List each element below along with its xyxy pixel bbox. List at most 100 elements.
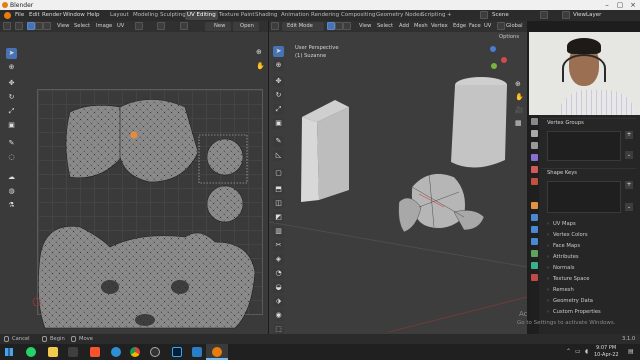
vp-edge-mode-icon[interactable] [335, 22, 343, 30]
vp-tool-transform[interactable]: ▣ [273, 118, 284, 129]
uv-menu-image[interactable]: Image [96, 23, 112, 29]
vp-menu-face[interactable]: Face [469, 23, 481, 29]
vp-menu-vertex[interactable]: Vertex [431, 23, 448, 29]
notification-icon[interactable]: ▤ [628, 348, 634, 355]
shape-key-add-icon[interactable]: + [625, 181, 633, 189]
vp-tool-cursor[interactable]: ⊕ [273, 60, 284, 71]
viewlayer-name[interactable]: ViewLayer [573, 12, 601, 18]
nav-gizmo-z[interactable] [490, 46, 496, 52]
view-layer-props-icon[interactable] [531, 154, 538, 161]
section-remesh[interactable]: Remesh [547, 287, 574, 293]
uv-tool-grab[interactable]: ◌ [6, 152, 17, 163]
scene-props-icon[interactable] [531, 166, 538, 173]
uv-tool-transform[interactable]: ▣ [6, 120, 17, 131]
section-vertex-colors[interactable]: Vertex Colors [547, 232, 588, 238]
tab-geometry-nodes[interactable]: Geometry Nodes [374, 11, 424, 20]
vertex-group-menu-icon[interactable]: ⌄ [625, 151, 633, 159]
blender-menu-icon[interactable] [4, 12, 11, 19]
vp-face-mode-icon[interactable] [343, 22, 351, 30]
physics-props-icon[interactable] [531, 238, 538, 245]
minimize-icon[interactable]: – [602, 1, 612, 9]
add-workspace-icon[interactable]: + [445, 11, 454, 20]
render-props-icon[interactable] [531, 130, 538, 137]
vp-tool-inset[interactable]: ◫ [273, 198, 284, 209]
uv-tool-pinch[interactable]: ◍ [6, 186, 17, 197]
clock-date[interactable]: 10-Apr-22 [594, 352, 619, 358]
snap-icon[interactable] [157, 22, 165, 30]
vp-tool-extrude[interactable]: ⬒ [273, 184, 284, 195]
tab-animation[interactable]: Animation [279, 11, 311, 20]
face-select-icon[interactable] [43, 22, 51, 30]
vs-code-icon[interactable] [192, 347, 202, 357]
object-props-icon[interactable] [531, 202, 538, 209]
3d-viewport[interactable]: User Perspective (1) Suzanne Options ⊕ ✋ [269, 32, 527, 334]
photoshop-icon[interactable] [172, 347, 182, 357]
menu-help[interactable]: Help [87, 12, 100, 18]
vp-tool-scale[interactable]: ⤢ [273, 104, 284, 115]
section-uv-maps[interactable]: UV Maps [547, 221, 576, 227]
obs-icon[interactable] [150, 347, 160, 357]
section-geometry-data[interactable]: Geometry Data [547, 298, 593, 304]
vp-tool-shear[interactable]: ⬚ [273, 324, 284, 334]
nav-gizmo-y[interactable] [491, 63, 497, 69]
vp-tool-spin[interactable]: ◔ [273, 268, 284, 279]
vp-tool-poly-build[interactable]: ◈ [273, 254, 284, 265]
section-attributes[interactable]: Attributes [547, 254, 579, 260]
close-icon[interactable]: × [628, 1, 638, 9]
vertex-group-add-icon[interactable]: + [625, 131, 633, 139]
data-props-icon[interactable] [531, 262, 538, 269]
vp-menu-select[interactable]: Select [377, 23, 393, 29]
network-icon[interactable]: ▭ [575, 348, 581, 355]
scene-name[interactable]: Scene [492, 12, 509, 18]
vertex-groups-title[interactable]: Vertex Groups [547, 120, 584, 126]
vp-menu-uv[interactable]: UV [484, 23, 491, 29]
vp-menu-edge[interactable]: Edge [453, 23, 466, 29]
volume-icon[interactable]: ◖ [585, 348, 588, 355]
maximize-icon[interactable]: ▢ [615, 1, 625, 9]
mode-dropdown[interactable]: Edit Mode [282, 22, 324, 31]
uv-tool-relax[interactable]: ☁ [6, 172, 17, 183]
uv-pan-icon[interactable]: ✋ [256, 62, 265, 70]
shape-key-menu-icon[interactable]: ⌄ [625, 203, 633, 211]
vp-menu-mesh[interactable]: Mesh [414, 23, 428, 29]
tab-scripting[interactable]: Scripting [419, 11, 447, 20]
pivot-icon[interactable] [135, 22, 143, 30]
viewlayer-icon[interactable] [562, 11, 570, 19]
chrome-icon[interactable] [130, 347, 140, 357]
properties-editor[interactable]: Vertex Groups + ⌄ Shape Keys + ⌄ UV Maps… [529, 32, 640, 334]
uv-menu-view[interactable]: View [57, 23, 69, 29]
orientation-label[interactable]: Global [506, 23, 523, 29]
modifier-props-icon[interactable] [531, 214, 538, 221]
uv-editor[interactable]: ➤ ⊕ ✥ ↻ ⤢ ▣ ✎ ◌ ☁ ◍ ⚗ ⊕ ✋ [0, 32, 268, 334]
tab-sculpting[interactable]: Sculpting [158, 11, 188, 20]
blender-taskbar-button[interactable] [206, 344, 228, 360]
edge-browser-icon[interactable] [111, 347, 121, 357]
vp-menu-add[interactable]: Add [399, 23, 409, 29]
tab-compositing[interactable]: Compositing [339, 11, 377, 20]
vp-tool-measure[interactable]: ◺ [273, 150, 284, 161]
vp-tool-annotate[interactable]: ✎ [273, 136, 284, 147]
viewport-editor-type-icon[interactable] [271, 22, 279, 30]
vp-menu-view[interactable]: View [359, 23, 371, 29]
camera-view-icon[interactable]: 🎥 [515, 106, 524, 114]
pan-view-icon[interactable]: ✋ [515, 93, 524, 101]
edge-select-icon[interactable] [35, 22, 43, 30]
proportional-icon[interactable] [180, 22, 188, 30]
uv-zoom-icon[interactable]: ⊕ [256, 48, 262, 56]
transform-orientation-icon[interactable] [497, 22, 505, 30]
uv-tool-move[interactable]: ✥ [6, 78, 17, 89]
vertex-select-icon[interactable] [27, 22, 35, 30]
uv-menu-select[interactable]: Select [74, 23, 90, 29]
tab-modeling[interactable]: Modeling [131, 11, 160, 20]
uv-tool-tweak[interactable]: ➤ [6, 48, 17, 59]
scene-icon[interactable] [480, 11, 488, 19]
file-explorer-icon[interactable] [48, 347, 58, 357]
world-props-icon[interactable] [531, 178, 538, 185]
output-props-icon[interactable] [531, 142, 538, 149]
windows-start-icon[interactable] [5, 348, 13, 356]
constraints-props-icon[interactable] [531, 250, 538, 257]
shape-keys-title[interactable]: Shape Keys [547, 170, 577, 176]
section-texture-space[interactable]: Texture Space [547, 276, 590, 282]
section-normals[interactable]: Normals [547, 265, 575, 271]
open-image-button[interactable]: Open [233, 22, 259, 31]
